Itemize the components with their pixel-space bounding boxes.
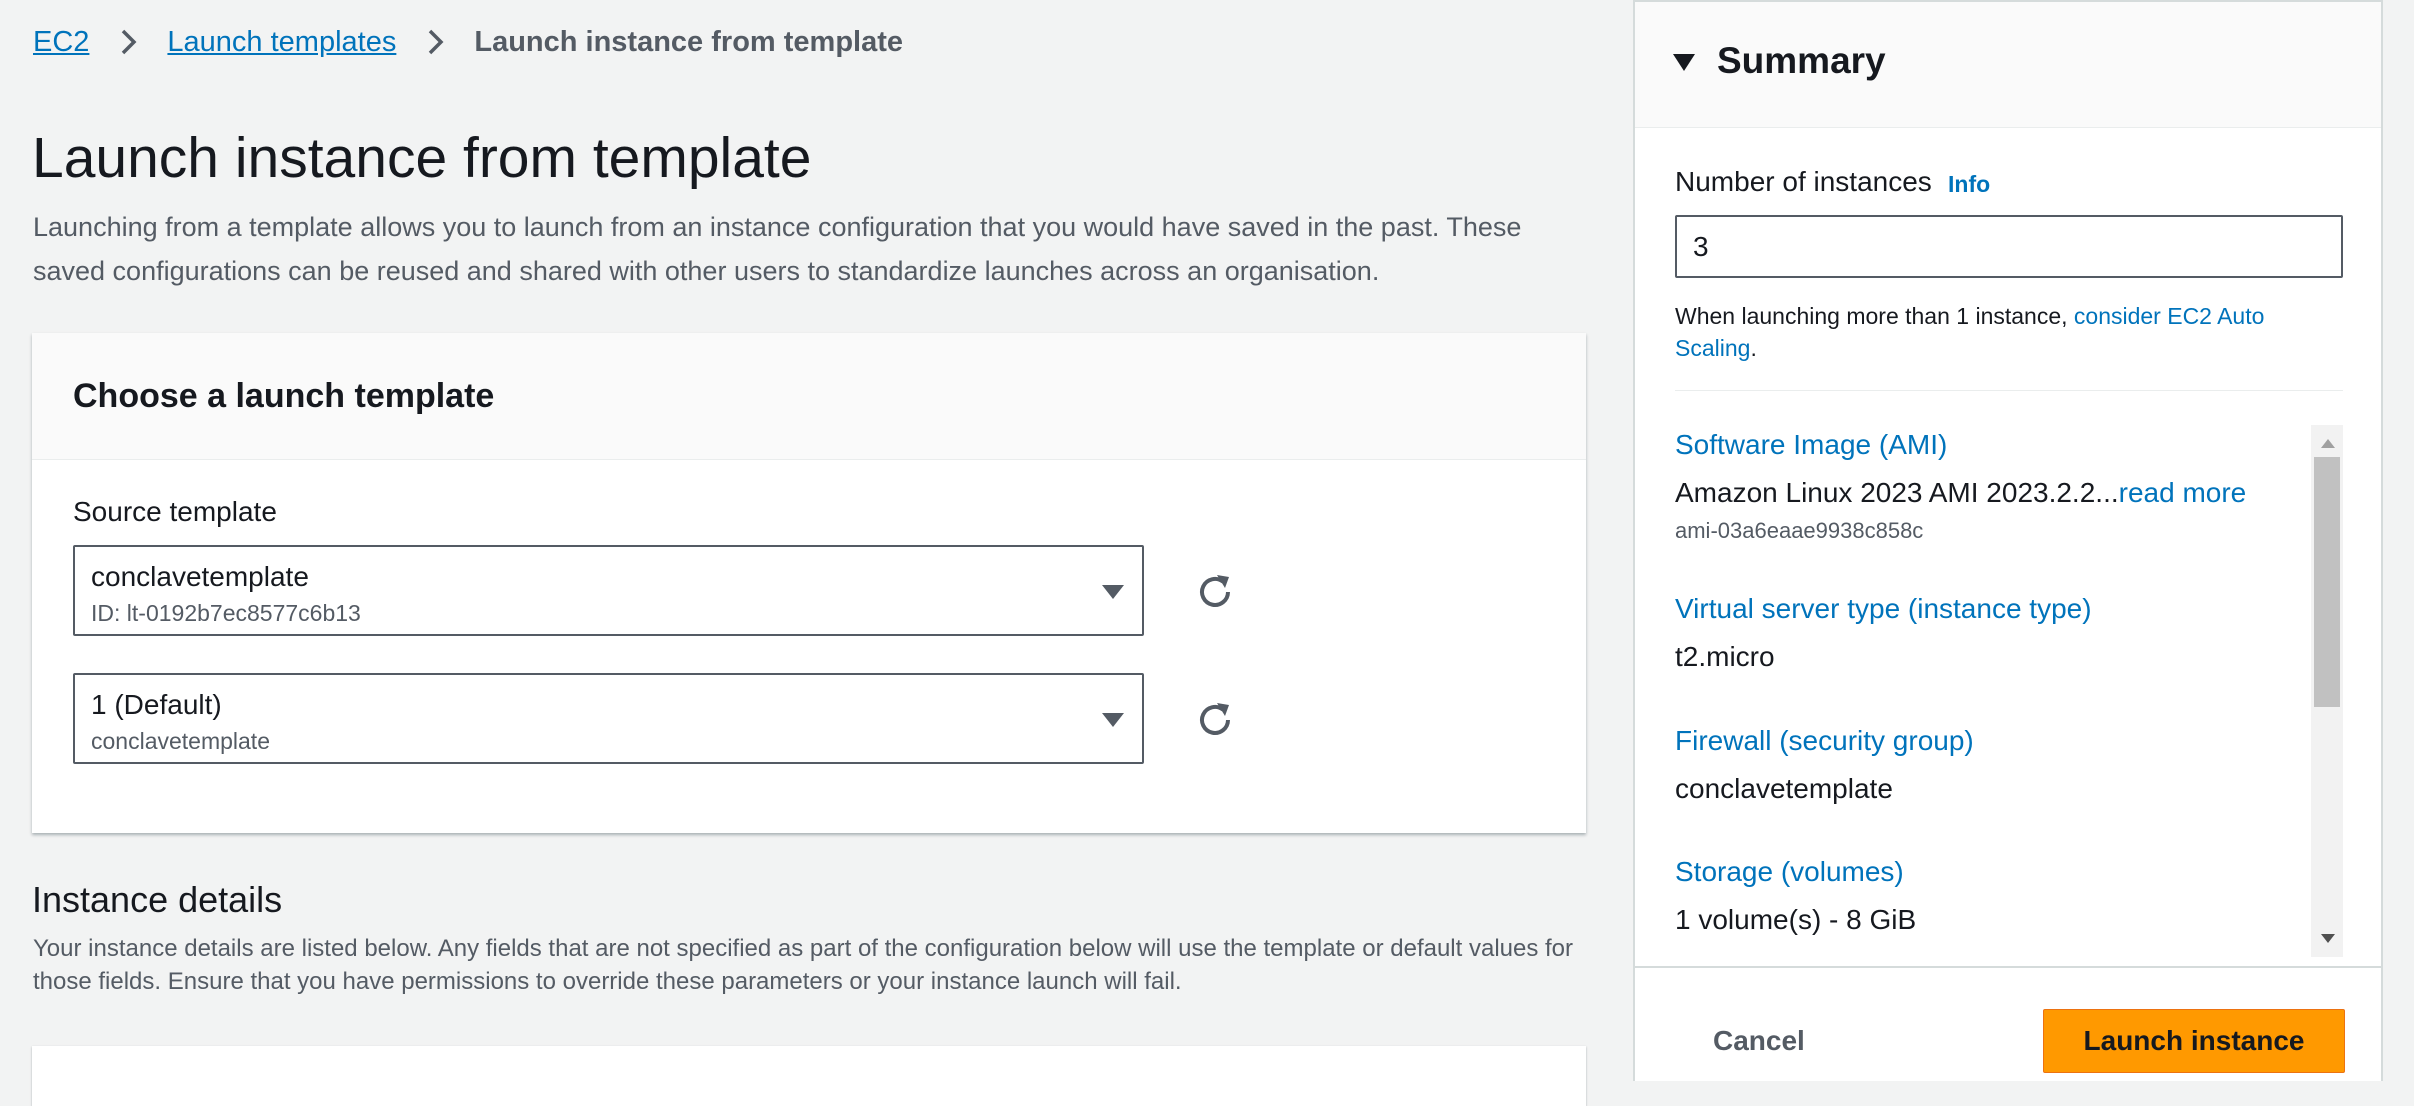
ami-id: ami-03a6eaae9938c858c — [1675, 518, 1924, 543]
panel-header: Choose a launch template — [32, 333, 1586, 460]
storage-value: 1 volume(s) - 8 GiB — [1675, 904, 1917, 935]
breadcrumb-current: Launch instance from template — [474, 25, 904, 58]
instance-type-link[interactable]: Virtual server type (instance type) — [1675, 593, 2092, 625]
firewall-value: conclavetemplate — [1675, 773, 1893, 804]
ami-name: Amazon Linux 2023 AMI 2023.2.2... — [1675, 477, 2119, 508]
firewall-link[interactable]: Firewall (security group) — [1675, 725, 1974, 757]
hint-suffix: . — [1750, 335, 1757, 361]
source-template-value: conclavetemplate — [91, 561, 309, 592]
summary-panel: Summary Number of instances Info When la… — [1633, 0, 2383, 1081]
launch-instance-button[interactable]: Launch instance — [2043, 1009, 2345, 1073]
number-of-instances-input[interactable] — [1675, 215, 2343, 278]
panel-title: Choose a launch template — [73, 376, 495, 415]
summary-title: Summary — [1717, 40, 1886, 81]
instance-details-description: Your instance details are listed below. … — [33, 935, 1574, 995]
storage-link[interactable]: Storage (volumes) — [1675, 856, 1904, 888]
page-description: Launching from a template allows you to … — [33, 212, 1522, 286]
caret-down-icon — [1102, 713, 1124, 727]
refresh-icon[interactable] — [1192, 697, 1238, 743]
chevron-right-icon — [122, 29, 137, 55]
breadcrumb-launch-templates-link[interactable]: Launch templates — [167, 26, 396, 59]
ami-value: Amazon Linux 2023 AMI 2023.2.2...read mo… — [1675, 477, 2246, 509]
chevron-right-icon — [429, 29, 444, 55]
divider — [1675, 390, 2343, 391]
template-version-name: conclavetemplate — [91, 728, 270, 754]
number-of-instances-label: Number of instances — [1675, 166, 1932, 197]
source-template-id: ID: lt-0192b7ec8577c6b13 — [91, 600, 361, 626]
template-version-select[interactable]: 1 (Default) conclavetemplate — [73, 673, 1144, 764]
info-link[interactable]: Info — [1948, 171, 1990, 198]
summary-header[interactable]: Summary — [1635, 0, 2381, 128]
source-template-label: Source template — [73, 496, 277, 527]
read-more-link[interactable]: read more — [2119, 477, 2247, 508]
breadcrumb: EC2 Launch templates Launch instance fro… — [33, 20, 903, 64]
refresh-icon[interactable] — [1192, 569, 1238, 615]
choose-launch-template-panel: Choose a launch template Source template… — [32, 333, 1586, 833]
source-template-select[interactable]: conclavetemplate ID: lt-0192b7ec8577c6b1… — [73, 545, 1144, 636]
summary-list: Software Image (AMI) Amazon Linux 2023 A… — [1675, 425, 2305, 955]
ami-link[interactable]: Software Image (AMI) — [1675, 429, 1947, 461]
footer-divider — [1635, 966, 2381, 968]
auto-scaling-hint: When launching more than 1 instance, con… — [1675, 300, 2345, 364]
summary-scrollbar[interactable] — [2311, 425, 2343, 957]
instance-details-panel — [32, 1046, 1586, 1106]
scroll-up-icon[interactable] — [2321, 439, 2335, 448]
page-title: Launch instance from template — [32, 126, 812, 190]
instance-type-value: t2.micro — [1675, 641, 1775, 672]
caret-down-icon — [1102, 585, 1124, 599]
scroll-down-icon[interactable] — [2321, 934, 2335, 943]
cancel-button[interactable]: Cancel — [1695, 1009, 1823, 1073]
scrollbar-thumb[interactable] — [2314, 457, 2340, 707]
template-version-value: 1 (Default) — [91, 689, 222, 720]
hint-text: When launching more than 1 instance, — [1675, 303, 2074, 329]
caret-down-icon — [1673, 54, 1695, 71]
breadcrumb-ec2-link[interactable]: EC2 — [33, 26, 89, 59]
instance-details-title: Instance details — [32, 879, 283, 920]
